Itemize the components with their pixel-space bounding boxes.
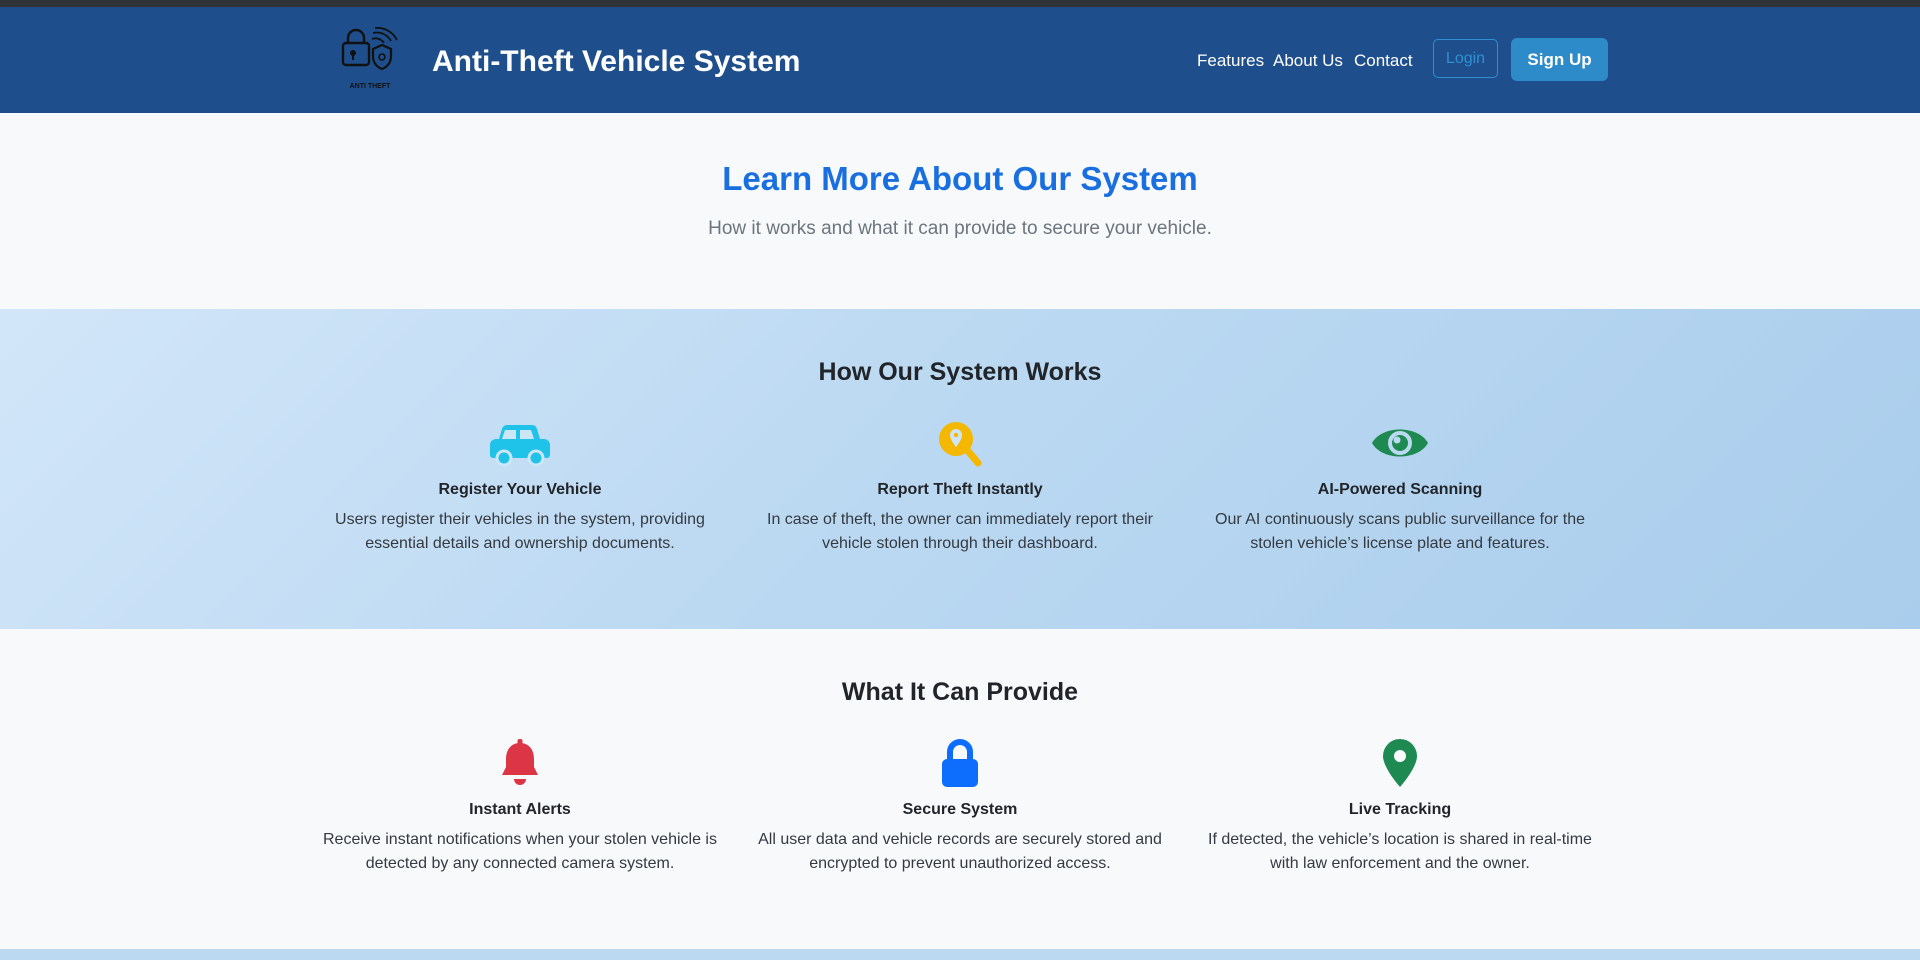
how-it-works-section: How Our System Works Register Your Vehic… (0, 309, 1920, 629)
bell-icon (502, 739, 538, 785)
next-section-edge (0, 949, 1920, 960)
map-pin-icon (1383, 739, 1417, 787)
card-text: Users register their vehicles in the sys… (335, 511, 705, 552)
card-text: In case of theft, the owner can immediat… (767, 511, 1153, 552)
benefit-card-secure: Secure System All user data and vehicle … (750, 739, 1170, 876)
card-text: All user data and vehicle records are se… (758, 831, 1162, 872)
hero-subtitle: How it works and what it can provide to … (708, 218, 1212, 239)
brand-logo[interactable]: ANTI THEFT (340, 27, 400, 93)
hero-section: Learn More About Our System How it works… (0, 113, 1920, 309)
navbar: ANTI THEFT Anti-Theft Vehicle System Fea… (0, 7, 1920, 113)
nav-link-features[interactable]: Features (1197, 51, 1264, 71)
hero-title: Learn More About Our System (722, 160, 1198, 197)
signup-button[interactable]: Sign Up (1511, 38, 1608, 81)
brand-logo-text: ANTI THEFT (349, 83, 391, 90)
benefit-card-tracking: Live Tracking If detected, the vehicle’s… (1190, 739, 1610, 876)
nav-link-about-us[interactable]: About Us (1273, 51, 1343, 71)
card-text: Our AI continuously scans public surveil… (1215, 511, 1585, 552)
card-text: If detected, the vehicle’s location is s… (1208, 831, 1592, 872)
card-text: Receive instant notifications when your … (323, 831, 717, 872)
card-title: AI-Powered Scanning (1317, 481, 1483, 498)
login-button[interactable]: Login (1433, 39, 1498, 78)
feature-card-register: Register Your Vehicle Users register the… (310, 419, 730, 556)
card-title: Secure System (902, 801, 1018, 818)
card-title: Live Tracking (1348, 801, 1452, 818)
car-icon (490, 424, 550, 467)
feature-card-ai-scanning: AI-Powered Scanning Our AI continuously … (1190, 419, 1610, 556)
feature-card-report: Report Theft Instantly In case of theft,… (750, 419, 1170, 556)
card-title: Register Your Vehicle (438, 481, 602, 498)
search-location-icon (939, 422, 982, 467)
eye-icon (1372, 429, 1428, 457)
lock-icon (942, 739, 978, 787)
what-it-provides-title: What It Can Provide (841, 678, 1079, 706)
how-it-works-title: How Our System Works (818, 358, 1102, 386)
card-title: Report Theft Instantly (877, 481, 1043, 498)
browser-top-strip (0, 0, 1920, 7)
card-title: Instant Alerts (469, 801, 571, 818)
what-it-provides-section: What It Can Provide Instant Alerts Recei… (0, 629, 1920, 949)
nav-link-contact[interactable]: Contact (1354, 51, 1413, 71)
benefit-card-alerts: Instant Alerts Receive instant notificat… (310, 739, 730, 876)
site-title[interactable]: Anti-Theft Vehicle System (432, 45, 800, 79)
